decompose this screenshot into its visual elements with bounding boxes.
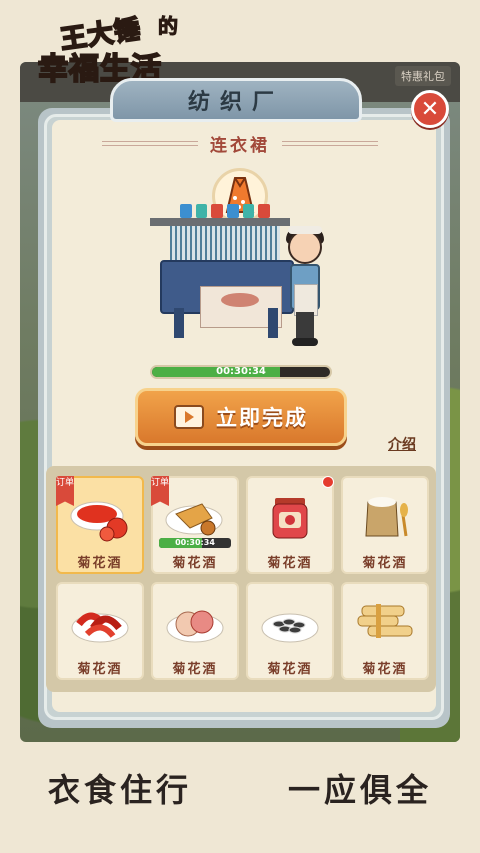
logo-de: 的 — [158, 14, 179, 39]
product-label: 菊花酒 — [77, 662, 123, 677]
flour-sack-icon — [349, 484, 421, 546]
cell-progress-time: 00:30:34 — [175, 538, 215, 547]
chili-peppers-icon — [64, 590, 136, 652]
product-cell[interactable]: 订单菊花酒 — [56, 476, 144, 574]
item-title-row: 连衣裙 — [90, 130, 390, 156]
production-progress-bar: 00:30:34 — [150, 365, 332, 379]
product-cell[interactable]: 菊花酒 — [246, 476, 334, 574]
slogan-left: 衣食住行 — [47, 771, 192, 809]
product-cell[interactable]: 菊花酒 — [246, 582, 334, 680]
worker-girl — [282, 226, 328, 350]
product-cell[interactable]: 订单 00:30:34 菊花酒 — [151, 476, 239, 574]
divider-left — [102, 140, 198, 146]
product-cell[interactable]: 菊花酒 — [151, 582, 239, 680]
item-name: 连衣裙 — [210, 135, 270, 156]
divider-right — [282, 140, 378, 146]
product-label: 菊花酒 — [77, 556, 123, 571]
loom-machine — [150, 200, 296, 338]
order-tag: 订单 — [151, 476, 169, 506]
video-ad-icon — [174, 405, 204, 429]
close-button[interactable]: ✕ — [411, 90, 449, 128]
sunflower-seeds-icon — [254, 590, 326, 652]
intro-link[interactable]: 介绍 — [388, 434, 416, 454]
product-cell[interactable]: 菊花酒 — [56, 582, 144, 680]
panel-title-tab: 纺织厂 — [110, 78, 362, 122]
noodle-bundles-icon — [349, 590, 421, 652]
bun-plate-icon — [159, 590, 231, 652]
slogan: 衣食住行 一应俱全 — [0, 758, 480, 818]
product-label: 菊花酒 — [267, 662, 313, 677]
product-label: 菊花酒 — [172, 556, 218, 571]
promo-tag[interactable]: 特惠礼包 — [395, 66, 451, 86]
product-cell[interactable]: 菊花酒 — [341, 582, 429, 680]
fried-chicken-icon — [159, 484, 231, 546]
game-logo: 王大锤 的 幸福生活 — [37, 13, 188, 88]
jam-jar-icon — [254, 484, 326, 546]
thread-spools — [180, 204, 271, 218]
slogan-right: 一应俱全 — [287, 771, 432, 809]
product-label: 菊花酒 — [362, 556, 408, 571]
progress-time: 00:30:34 — [216, 366, 266, 377]
product-label: 菊花酒 — [362, 662, 408, 677]
order-tag: 订单 — [56, 476, 74, 506]
product-cell[interactable]: 菊花酒 — [341, 476, 429, 574]
product-label: 菊花酒 — [172, 662, 218, 677]
notification-dot — [322, 476, 334, 488]
panel-title: 纺织厂 — [187, 89, 284, 115]
finish-now-button[interactable]: 立即完成 — [135, 388, 347, 446]
finish-now-label: 立即完成 — [216, 406, 308, 430]
tomato-sauce-icon — [64, 484, 136, 546]
product-label: 菊花酒 — [267, 556, 313, 571]
cell-progress-bar: 00:30:34 — [159, 538, 231, 548]
